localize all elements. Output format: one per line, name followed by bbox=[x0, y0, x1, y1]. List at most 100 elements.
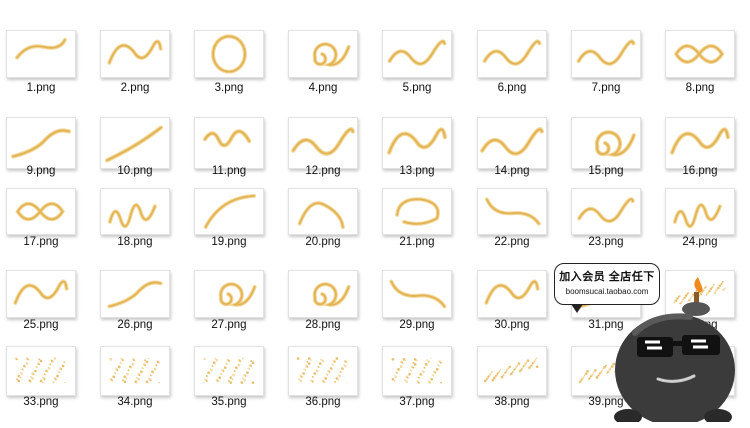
file-name-label: 7.png bbox=[591, 82, 621, 94]
file-name-label: 12.png bbox=[305, 165, 341, 177]
file-thumbnail-icon[interactable] bbox=[477, 188, 547, 235]
file-item[interactable]: 34.png bbox=[95, 346, 175, 428]
file-thumbnail-icon[interactable] bbox=[477, 30, 547, 78]
file-item[interactable]: 13.png bbox=[377, 117, 457, 199]
file-item[interactable]: 27.png bbox=[189, 270, 269, 352]
file-thumbnail-icon[interactable] bbox=[288, 188, 358, 235]
file-thumbnail-icon[interactable] bbox=[6, 30, 76, 78]
file-item[interactable]: 21.png bbox=[377, 188, 457, 270]
file-name-label: 33.png bbox=[23, 396, 59, 408]
file-item[interactable]: 5.png bbox=[377, 30, 457, 112]
file-thumbnail-icon[interactable] bbox=[6, 117, 76, 169]
file-thumbnail-icon[interactable] bbox=[382, 270, 452, 318]
file-thumbnail-icon[interactable] bbox=[382, 188, 452, 235]
file-item[interactable]: 6.png bbox=[472, 30, 552, 112]
file-item[interactable]: 3.png bbox=[189, 30, 269, 112]
file-item[interactable]: 36.png bbox=[283, 346, 363, 428]
file-item[interactable]: 23.png bbox=[566, 188, 646, 270]
file-thumbnail-icon[interactable] bbox=[6, 270, 76, 318]
file-thumbnail-icon[interactable] bbox=[194, 188, 264, 235]
file-item[interactable]: 1.png bbox=[1, 30, 81, 112]
file-thumbnail-icon[interactable] bbox=[194, 30, 264, 78]
file-item[interactable]: 22.png bbox=[472, 188, 552, 270]
file-name-label: 24.png bbox=[682, 236, 718, 248]
file-name-label: 11.png bbox=[211, 165, 247, 177]
file-thumbnail-icon[interactable] bbox=[288, 30, 358, 78]
file-item[interactable]: 15.png bbox=[566, 117, 646, 199]
file-name-label: 10.png bbox=[117, 165, 153, 177]
file-item[interactable]: 7.png bbox=[566, 30, 646, 112]
file-thumbnail-icon[interactable] bbox=[194, 270, 264, 318]
file-item[interactable]: 29.png bbox=[377, 270, 457, 352]
file-thumbnail-icon[interactable] bbox=[382, 30, 452, 78]
file-thumbnail-icon[interactable] bbox=[288, 346, 358, 396]
file-thumbnail-icon[interactable] bbox=[100, 117, 170, 169]
file-item[interactable]: 38.png bbox=[472, 346, 552, 428]
file-thumbnail-icon[interactable] bbox=[665, 117, 735, 169]
file-thumbnail-icon[interactable] bbox=[100, 188, 170, 235]
file-name-label: 30.png bbox=[494, 319, 530, 331]
file-name-label: 16.png bbox=[682, 165, 718, 177]
file-name-label: 9.png bbox=[26, 165, 56, 177]
file-item[interactable]: 35.png bbox=[189, 346, 269, 428]
file-thumbnail-icon[interactable] bbox=[477, 117, 547, 169]
file-name-label: 22.png bbox=[494, 236, 530, 248]
file-name-label: 5.png bbox=[402, 82, 432, 94]
file-name-label: 37.png bbox=[399, 396, 435, 408]
file-item[interactable]: 18.png bbox=[95, 188, 175, 270]
file-thumbnail-icon[interactable] bbox=[571, 117, 641, 169]
file-thumbnail-icon[interactable] bbox=[194, 117, 264, 169]
file-thumbnail-icon[interactable] bbox=[477, 346, 547, 396]
file-item[interactable]: 12.png bbox=[283, 117, 363, 199]
bomb-mascot-icon bbox=[600, 275, 750, 426]
file-item[interactable]: 4.png bbox=[283, 30, 363, 112]
file-item[interactable]: 14.png bbox=[472, 117, 552, 199]
file-thumbnail-icon[interactable] bbox=[288, 270, 358, 318]
file-thumbnail-icon[interactable] bbox=[100, 30, 170, 78]
file-name-label: 14.png bbox=[494, 165, 530, 177]
speech-tail bbox=[571, 304, 583, 313]
file-thumbnail-icon[interactable] bbox=[477, 270, 547, 318]
file-item[interactable]: 2.png bbox=[95, 30, 175, 112]
file-name-label: 18.png bbox=[117, 236, 153, 248]
file-item[interactable]: 19.png bbox=[189, 188, 269, 270]
file-thumbnail-icon[interactable] bbox=[100, 270, 170, 318]
file-item[interactable]: 8.png bbox=[660, 30, 740, 112]
file-name-label: 20.png bbox=[305, 236, 341, 248]
file-item[interactable]: 11.png bbox=[189, 117, 269, 199]
file-item[interactable]: 26.png bbox=[95, 270, 175, 352]
file-thumbnail-icon[interactable] bbox=[571, 30, 641, 78]
file-thumbnail-icon[interactable] bbox=[665, 30, 735, 78]
file-thumbnail-icon[interactable] bbox=[6, 188, 76, 235]
file-thumbnail-icon[interactable] bbox=[6, 346, 76, 396]
file-name-label: 17.png bbox=[23, 236, 59, 248]
file-thumbnail-icon[interactable] bbox=[100, 346, 170, 396]
file-name-label: 38.png bbox=[494, 396, 530, 408]
file-item[interactable]: 20.png bbox=[283, 188, 363, 270]
file-name-label: 25.png bbox=[23, 319, 59, 331]
file-name-label: 6.png bbox=[497, 82, 527, 94]
file-item[interactable]: 30.png bbox=[472, 270, 552, 352]
file-thumbnail-icon[interactable] bbox=[288, 117, 358, 169]
file-item[interactable]: 33.png bbox=[1, 346, 81, 428]
file-item[interactable]: 9.png bbox=[1, 117, 81, 199]
file-name-label: 13.png bbox=[399, 165, 435, 177]
file-thumbnail-icon[interactable] bbox=[665, 188, 735, 235]
file-name-label: 19.png bbox=[211, 236, 247, 248]
file-thumbnail-icon[interactable] bbox=[571, 188, 641, 235]
file-thumbnail-icon[interactable] bbox=[382, 346, 452, 396]
file-item[interactable]: 17.png bbox=[1, 188, 81, 270]
file-name-label: 1.png bbox=[26, 82, 56, 94]
file-item[interactable]: 10.png bbox=[95, 117, 175, 199]
file-item[interactable]: 24.png bbox=[660, 188, 740, 270]
file-name-label: 27.png bbox=[211, 319, 247, 331]
file-item[interactable]: 25.png bbox=[1, 270, 81, 352]
file-thumbnail-icon[interactable] bbox=[382, 117, 452, 169]
file-thumbnail-icon[interactable] bbox=[194, 346, 264, 396]
file-item[interactable]: 16.png bbox=[660, 117, 740, 199]
file-item[interactable]: 37.png bbox=[377, 346, 457, 428]
file-name-label: 15.png bbox=[588, 165, 624, 177]
file-name-label: 2.png bbox=[120, 82, 150, 94]
file-name-label: 26.png bbox=[117, 319, 153, 331]
file-item[interactable]: 28.png bbox=[283, 270, 363, 352]
